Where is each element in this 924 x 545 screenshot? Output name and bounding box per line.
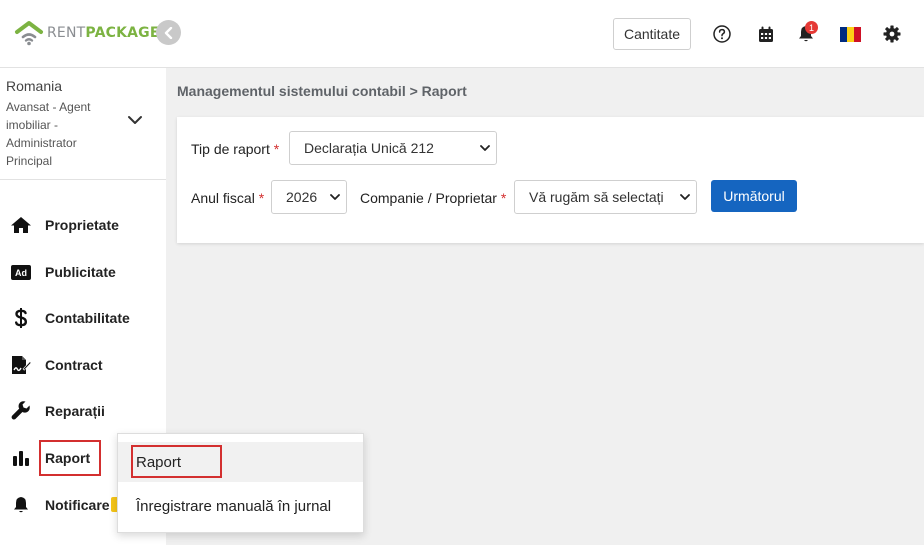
report-form-card: Tip de raport * Declarația Unică 212 Anu… [177, 117, 924, 243]
user-role: Avansat - Agent imobiliar - Administrato… [6, 100, 91, 168]
calendar-icon[interactable] [756, 24, 776, 44]
breadcrumb: Managementul sistemului contabil > Rapor… [177, 83, 467, 99]
sidebar-item-label: Proprietate [45, 217, 119, 233]
wrench-icon [10, 400, 32, 422]
sidebar-item-label: Contract [45, 357, 103, 373]
fiscal-year-select[interactable]: 2026 [271, 180, 347, 214]
brand-part-2: PACKAGE [85, 25, 160, 41]
dollar-icon [10, 307, 32, 329]
fiscal-year-label-text: Anul fiscal [191, 190, 255, 206]
sidebar-item-label: Contabilitate [45, 310, 130, 326]
chevron-down-icon [480, 145, 490, 151]
ad-icon: Ad [10, 261, 32, 283]
report-type-select[interactable]: Declarația Unică 212 [289, 131, 497, 165]
submenu-item-label: Înregistrare manuală în jurnal [136, 498, 332, 515]
romania-flag-icon[interactable] [840, 24, 861, 44]
brand-logo[interactable]: RENTPACKAGE [14, 19, 160, 47]
collapse-sidebar-button[interactable] [156, 20, 181, 45]
bell-icon [10, 494, 32, 516]
fiscal-year-label: Anul fiscal * [191, 190, 264, 206]
help-icon[interactable] [712, 24, 732, 44]
chevron-down-icon [680, 194, 690, 200]
chevron-down-icon [330, 194, 340, 200]
chevron-down-icon[interactable] [127, 115, 143, 125]
required-mark: * [273, 141, 280, 157]
report-type-value: Declarația Unică 212 [304, 140, 434, 156]
sidebar-item-label: Notificare [45, 497, 110, 513]
bar-chart-icon [10, 447, 32, 469]
top-bar: RENTPACKAGE Cantitate 1 [0, 0, 924, 68]
sidebar-item-proprietate[interactable]: Proprietate [0, 210, 166, 240]
gear-icon[interactable] [882, 24, 902, 44]
notification-count-badge: 1 [805, 21, 818, 34]
report-type-label-text: Tip de raport [191, 141, 270, 157]
chevron-left-icon [164, 26, 172, 39]
home-icon [10, 214, 32, 236]
contract-icon [10, 354, 32, 376]
user-profile-block[interactable]: Romania Avansat - Agent imobiliar - Admi… [0, 68, 166, 180]
quantity-button[interactable]: Cantitate [613, 18, 691, 50]
company-label-text: Companie / Proprietar [360, 190, 497, 206]
highlight-box-raport [39, 440, 101, 476]
brand-name: RENTPACKAGE [47, 25, 160, 41]
sidebar-item-label: Publicitate [45, 264, 116, 280]
required-mark: * [258, 190, 265, 206]
sidebar-item-publicitate[interactable]: Ad Publicitate [0, 257, 166, 287]
report-type-label: Tip de raport * [191, 141, 279, 157]
highlight-box-submenu-raport [131, 445, 222, 478]
brand-part-1: RENT [47, 25, 86, 41]
submenu-item-manual-journal-entry[interactable]: Înregistrare manuală în jurnal [118, 486, 363, 526]
svg-text:Ad: Ad [15, 268, 27, 278]
company-value: Vă rugăm să selectați [529, 189, 664, 205]
sidebar-item-reparatii[interactable]: Reparații [0, 396, 166, 426]
sidebar-item-contabilitate[interactable]: Contabilitate [0, 303, 166, 333]
company-label: Companie / Proprietar * [360, 190, 506, 206]
sidebar-item-contract[interactable]: Contract [0, 350, 166, 380]
fiscal-year-value: 2026 [286, 189, 318, 205]
company-select[interactable]: Vă rugăm să selectați [514, 180, 697, 214]
logo-house-icon [15, 21, 43, 46]
next-button[interactable]: Următorul [711, 180, 797, 212]
required-mark: * [500, 190, 507, 206]
user-country: Romania [6, 78, 63, 94]
sidebar-item-label: Reparații [45, 403, 105, 419]
